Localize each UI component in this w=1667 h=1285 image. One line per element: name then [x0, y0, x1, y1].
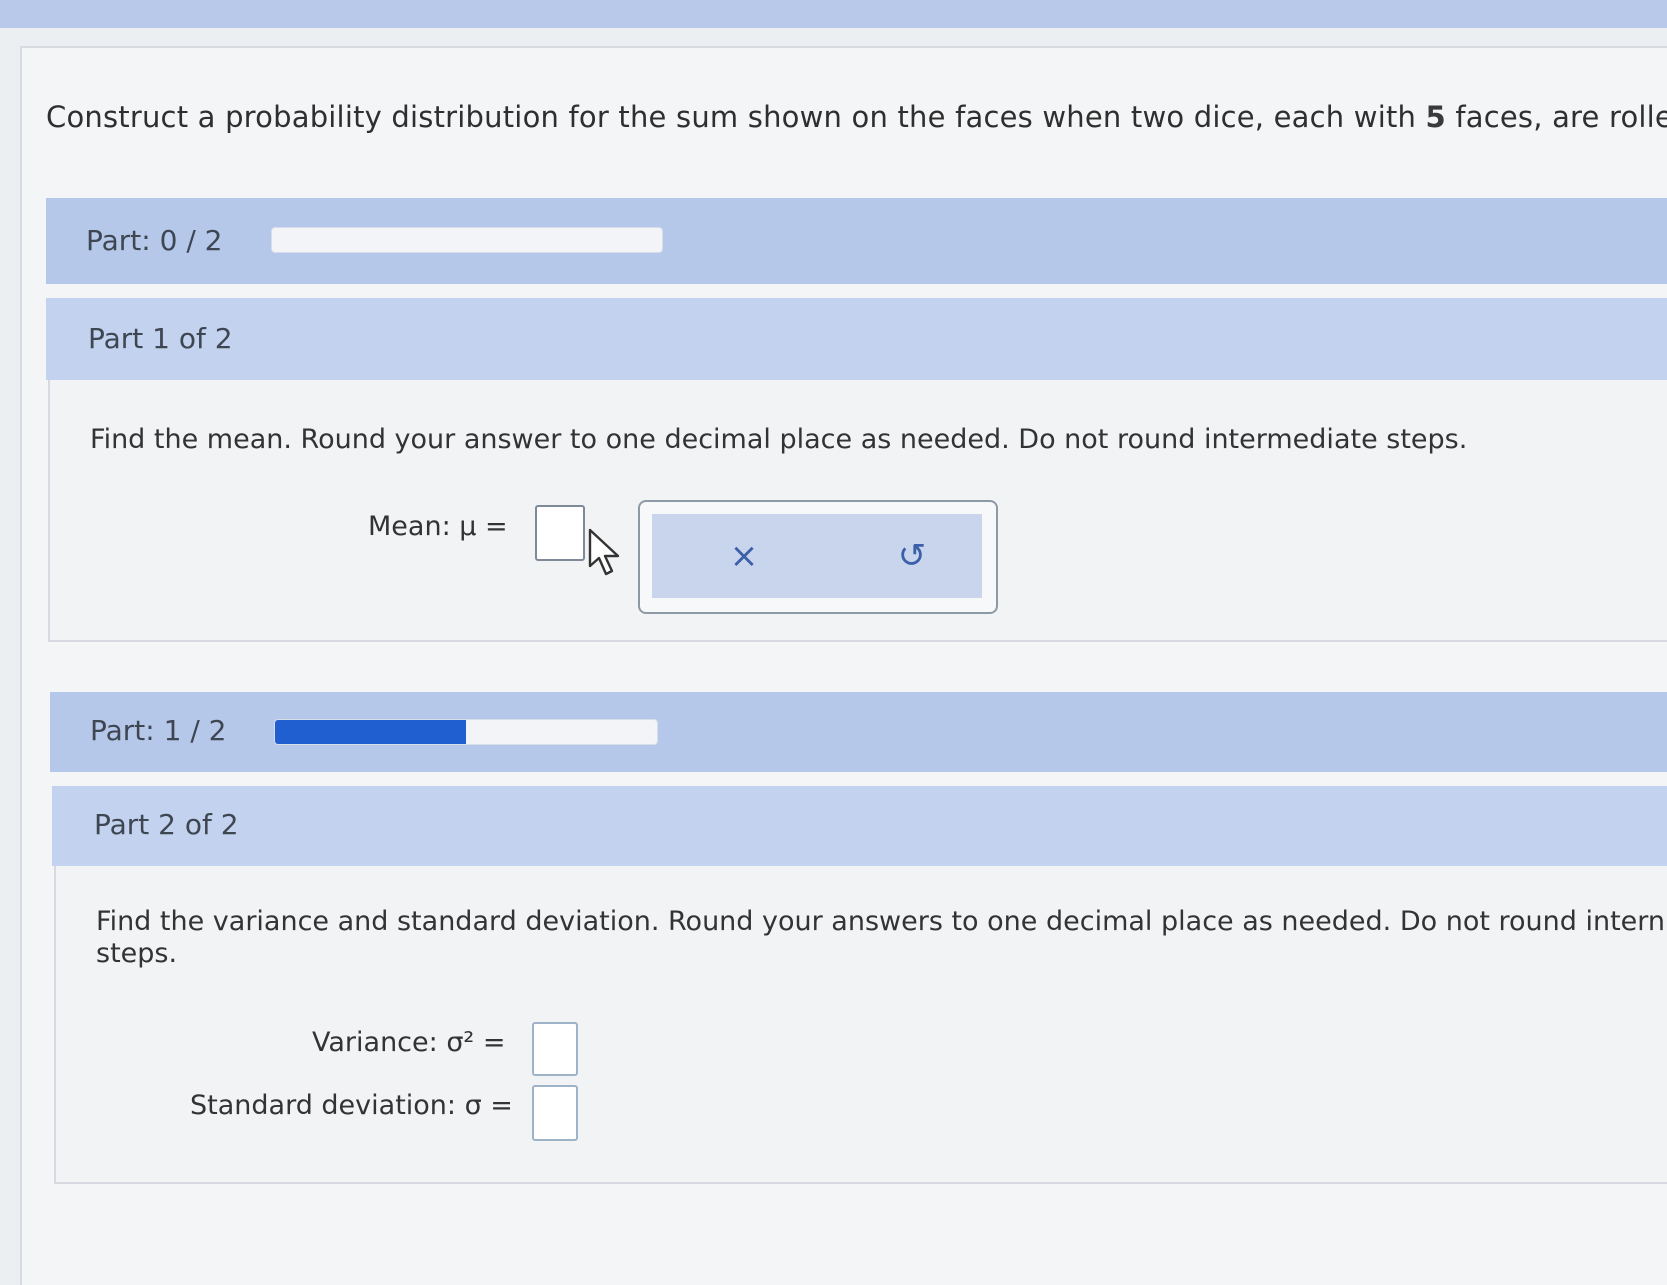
variance-label: Variance: σ² = — [312, 1027, 506, 1058]
progress-label: Part: 0 / 2 — [86, 224, 223, 257]
part-2-body: Find the variance and standard deviation… — [54, 866, 1667, 1184]
mean-input[interactable] — [535, 505, 585, 561]
problem-faces-value: 5 — [1425, 100, 1446, 134]
progress-bar-part-0: Part: 0 / 2 — [46, 198, 1667, 284]
part-2-prompt-line-1: Find the variance and standard deviation… — [96, 906, 1666, 937]
progress-track — [274, 719, 658, 745]
clear-button[interactable]: × — [714, 528, 774, 584]
undo-icon: ↺ — [897, 536, 927, 576]
progress-track — [271, 227, 663, 253]
answer-tools-tray: × ↺ — [652, 514, 982, 598]
progress-label: Part: 1 / 2 — [90, 714, 227, 747]
variance-input[interactable] — [532, 1022, 578, 1076]
close-icon: × — [729, 536, 759, 576]
part-1-title: Part 1 of 2 — [88, 322, 233, 355]
part-1-header: Part 1 of 2 — [46, 298, 1667, 380]
problem-statement: Construct a probability distribution for… — [46, 100, 1667, 134]
top-strip — [0, 0, 1667, 28]
undo-button[interactable]: ↺ — [882, 528, 942, 584]
problem-text-after: faces, are rolled. — [1455, 100, 1667, 134]
standard-deviation-input[interactable] — [532, 1085, 578, 1141]
mean-label: Mean: μ = — [368, 511, 508, 542]
mouse-cursor-icon — [588, 528, 624, 582]
part-2-header: Part 2 of 2 — [52, 786, 1667, 866]
answer-tools-panel: × ↺ — [638, 500, 998, 614]
part-2-title: Part 2 of 2 — [94, 808, 239, 841]
progress-fill — [275, 720, 466, 744]
progress-bar-part-1: Part: 1 / 2 — [50, 692, 1667, 772]
part-2-prompt-line-2: steps. — [96, 938, 178, 969]
part-1-prompt: Find the mean. Round your answer to one … — [90, 424, 1468, 455]
standard-deviation-label: Standard deviation: σ = — [190, 1090, 513, 1121]
problem-text-before: Construct a probability distribution for… — [46, 100, 1426, 134]
